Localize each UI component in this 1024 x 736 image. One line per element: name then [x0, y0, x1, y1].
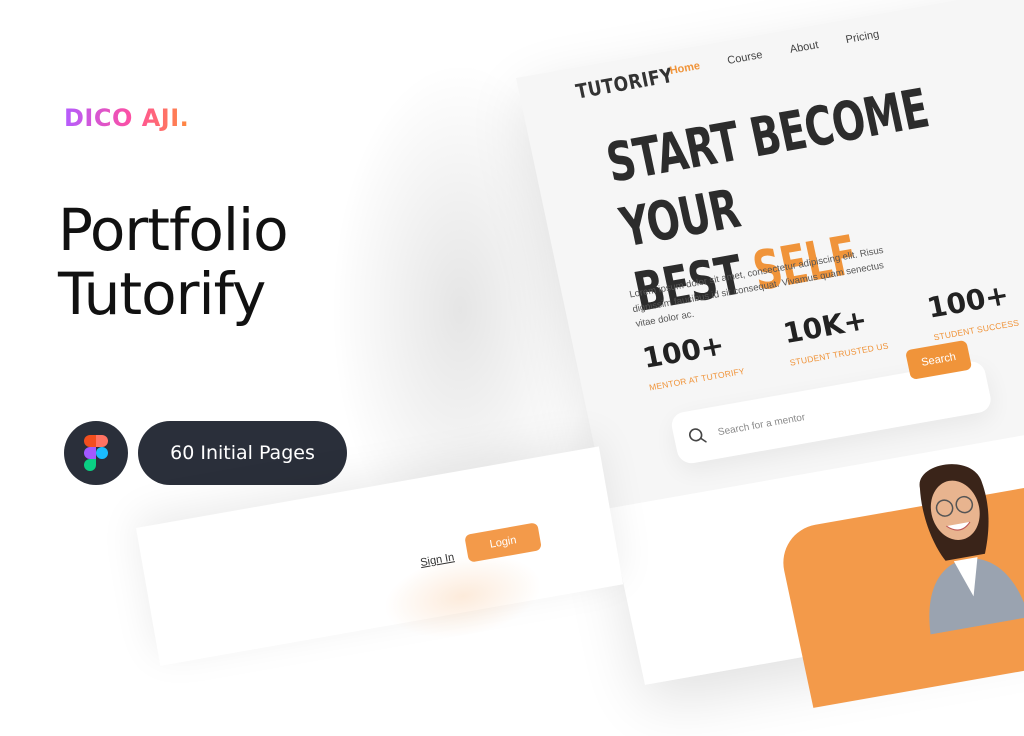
- promo-title: Portfolio Tutorify: [58, 198, 388, 326]
- stat-students-trusted: 10K+ STUDENT TRUSTED US: [780, 300, 889, 368]
- figma-badge: [64, 421, 128, 485]
- mock-nav-course[interactable]: Course: [726, 49, 763, 67]
- initial-pages-pill: 60 Initial Pages: [138, 421, 347, 485]
- figma-icon: [84, 435, 108, 471]
- mock-nav-pricing[interactable]: Pricing: [845, 28, 881, 46]
- mock-nav-about[interactable]: About: [789, 39, 820, 56]
- stat-number: 100+: [924, 278, 1012, 325]
- search-button[interactable]: Search: [904, 339, 973, 380]
- promo-title-line-2: Tutorify: [58, 260, 266, 328]
- stat-mentors: 100+ MENTOR AT TUTORIFY: [639, 326, 746, 392]
- brand-logo: DICO AJI.: [64, 104, 190, 132]
- stat-student-success: 100+ STUDENT SUCCESS: [924, 277, 1020, 342]
- search-icon: [689, 428, 707, 443]
- mock-nav: Home Course About Pricing: [669, 28, 881, 77]
- search-input[interactable]: Search for a mentor: [717, 412, 806, 438]
- stat-number: 100+: [639, 328, 728, 375]
- secondary-glow: [377, 543, 549, 650]
- mock-logo: TUTORIFY: [573, 62, 676, 104]
- promo-title-line-1: Portfolio: [58, 196, 289, 264]
- mock-nav-home[interactable]: Home: [669, 60, 702, 77]
- initial-pages-label: 60 Initial Pages: [170, 442, 315, 464]
